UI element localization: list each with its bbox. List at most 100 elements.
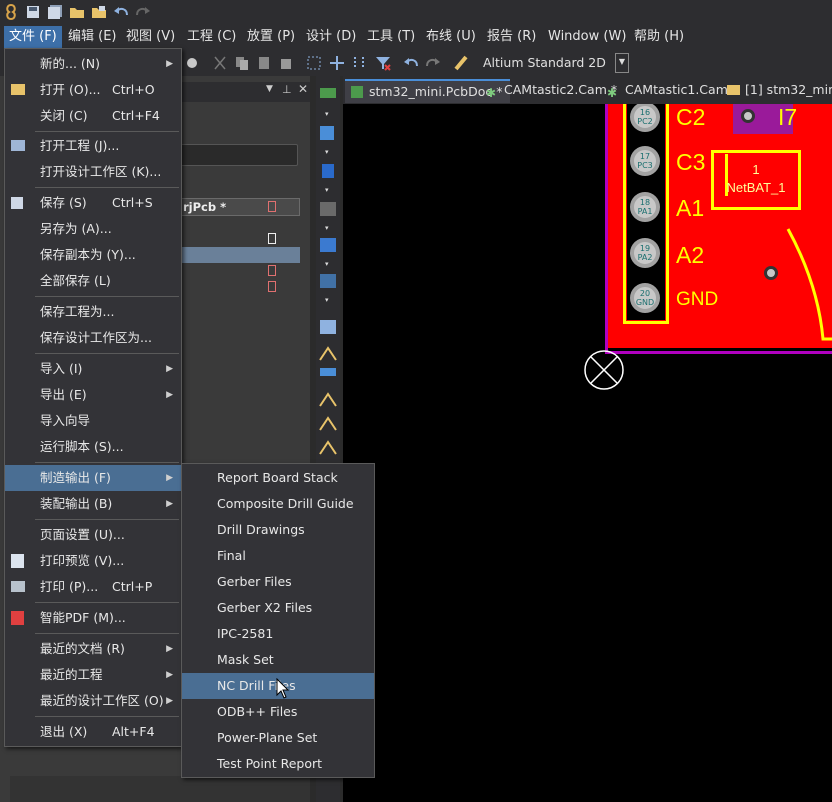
menu-tools[interactable]: 工具 (T) — [362, 26, 420, 48]
menu-item-open-project[interactable]: 打开工程 (J)... — [5, 133, 181, 159]
submenu-item[interactable]: Drill Drawings — [182, 517, 374, 543]
menu-project[interactable]: 工程 (C) — [182, 26, 241, 48]
select-area-icon[interactable] — [306, 55, 322, 71]
submenu-item[interactable]: Gerber Files — [182, 569, 374, 595]
pad[interactable]: 20 GND — [630, 283, 660, 313]
list-item-selected[interactable] — [180, 247, 300, 263]
tool-icon[interactable] — [184, 55, 200, 71]
menu-file[interactable]: 文件 (F) — [4, 26, 62, 48]
pad[interactable]: 17 PC3 — [630, 146, 660, 176]
svg-text:▾: ▾ — [325, 296, 329, 304]
close-icon[interactable]: ✕ — [298, 82, 308, 96]
cut-icon[interactable] — [212, 55, 228, 71]
submenu-item[interactable]: Gerber X2 Files — [182, 595, 374, 621]
move-icon[interactable] — [329, 55, 345, 71]
menu-item-save-copy-as[interactable]: 保存副本为 (Y)... — [5, 242, 181, 268]
paste-icon[interactable] — [256, 55, 272, 71]
submenu-item[interactable]: Test Point Report — [182, 751, 374, 777]
menu-item-new[interactable]: 新的... (N) ▶ — [5, 51, 181, 77]
chevron-down-icon[interactable]: ▼ — [615, 53, 629, 73]
submenu-item[interactable]: Composite Drill Guide — [182, 491, 374, 517]
menu-item-save-all[interactable]: 全部保存 (L) — [5, 268, 181, 294]
panel-menu-icon[interactable]: ▼ — [266, 84, 273, 94]
via[interactable] — [764, 266, 778, 280]
silk-label: A1 — [676, 195, 705, 221]
project-item[interactable]: rjPcb * — [180, 198, 300, 216]
menu-item-save-project-as[interactable]: 保存工程为... — [5, 299, 181, 325]
menu-item-print-preview[interactable]: 打印预览 (V)... — [5, 548, 181, 574]
menu-item-recent-workspaces[interactable]: 最近的设计工作区 (O) ▶ — [5, 688, 181, 714]
rubber-stamp-icon[interactable] — [278, 55, 294, 71]
submenu-item[interactable]: Mask Set — [182, 647, 374, 673]
document-icon — [268, 201, 276, 212]
submenu-item[interactable]: Report Board Stack — [182, 465, 374, 491]
menu-item-exit[interactable]: 退出 (X) Alt+F4 — [5, 719, 181, 745]
silk-label: I7 — [778, 104, 798, 130]
redo-icon[interactable] — [425, 55, 441, 71]
pin-icon[interactable]: ⊥ — [282, 83, 292, 96]
copy-icon[interactable] — [234, 55, 250, 71]
document-icon — [268, 233, 276, 244]
separator — [35, 602, 179, 603]
menu-item-export[interactable]: 导出 (E) ▶ — [5, 382, 181, 408]
menu-bar: 文件 (F) 编辑 (E) 视图 (V) 工程 (C) 放置 (P) 设计 (D… — [0, 24, 832, 50]
menu-reports[interactable]: 报告 (R) — [482, 26, 541, 48]
menu-item-recent-docs[interactable]: 最近的文档 (R) ▶ — [5, 636, 181, 662]
menu-item-open[interactable]: 打开 (O)... Ctrl+O — [5, 77, 181, 103]
separator — [35, 462, 179, 463]
open-folder-icon[interactable] — [68, 3, 86, 21]
redo-icon[interactable] — [134, 3, 152, 21]
separator — [35, 716, 179, 717]
menu-item-print[interactable]: 打印 (P)... Ctrl+P — [5, 574, 181, 600]
pad[interactable]: 19 PA2 — [630, 238, 660, 268]
document-icon — [268, 265, 276, 276]
search-input[interactable] — [180, 144, 298, 166]
submenu-item[interactable]: ODB++ Files — [182, 699, 374, 725]
separator — [35, 353, 179, 354]
save-icon[interactable] — [24, 3, 42, 21]
highlight-icon[interactable] — [453, 55, 469, 71]
view-mode-select[interactable]: Altium Standard 2D — [478, 53, 614, 73]
pad[interactable]: 18 PA1 — [630, 192, 660, 222]
menu-item-open-workspace[interactable]: 打开设计工作区 (K)... — [5, 159, 181, 185]
menu-design[interactable]: 设计 (D) — [301, 26, 361, 48]
menu-item-save-as[interactable]: 另存为 (A)... — [5, 216, 181, 242]
pdf-icon — [11, 611, 24, 625]
menu-route[interactable]: 布线 (U) — [421, 26, 481, 48]
menu-place[interactable]: 放置 (P) — [242, 26, 300, 48]
open-project-icon[interactable] — [90, 3, 108, 21]
save-all-icon[interactable] — [46, 3, 64, 21]
undo-icon[interactable] — [403, 55, 419, 71]
menu-item-import[interactable]: 导入 (I) ▶ — [5, 356, 181, 382]
menu-window[interactable]: Window (W) — [543, 26, 631, 48]
menu-view[interactable]: 视图 (V) — [121, 26, 180, 48]
pcb-canvas[interactable]: 16 PC2 17 PC3 18 PA1 19 PA2 20 GND C2 C3 A1 A… — [343, 104, 832, 802]
menu-item-page-setup[interactable]: 页面设置 (U)... — [5, 522, 181, 548]
open-folder-icon — [11, 84, 25, 95]
separator — [35, 131, 179, 132]
menu-help[interactable]: 帮助 (H) — [629, 26, 689, 48]
tab-schematic[interactable]: [1] stm32_mini.Sc — [721, 79, 832, 103]
svg-text:▾: ▾ — [325, 148, 329, 156]
undo-icon[interactable] — [112, 3, 130, 21]
panel-footer — [10, 776, 310, 802]
align-icon[interactable] — [351, 55, 367, 71]
submenu-item[interactable]: Power-Plane Set — [182, 725, 374, 751]
cam-icon: ✱ — [607, 86, 618, 100]
submenu-item[interactable]: Final — [182, 543, 374, 569]
menu-item-save[interactable]: 保存 (S) Ctrl+S — [5, 190, 181, 216]
menu-item-import-wizard[interactable]: 导入向导 — [5, 408, 181, 434]
menu-item-fabrication-outputs[interactable]: 制造输出 (F) ▶ — [5, 465, 181, 491]
menu-item-save-workspace-as[interactable]: 保存设计工作区为... — [5, 325, 181, 351]
menu-item-run-script[interactable]: 运行脚本 (S)... — [5, 434, 181, 460]
menu-item-recent-projects[interactable]: 最近的工程 ▶ — [5, 662, 181, 688]
menu-item-close[interactable]: 关闭 (C) Ctrl+F4 — [5, 103, 181, 129]
clear-filter-icon[interactable] — [375, 55, 391, 71]
menu-item-smart-pdf[interactable]: 智能PDF (M)... — [5, 605, 181, 631]
board-outline — [605, 104, 608, 354]
separator — [35, 296, 179, 297]
menu-item-assembly-outputs[interactable]: 装配输出 (B) ▶ — [5, 491, 181, 517]
submenu-item[interactable]: IPC-2581 — [182, 621, 374, 647]
menu-edit[interactable]: 编辑 (E) — [63, 26, 122, 48]
via[interactable] — [741, 109, 755, 123]
